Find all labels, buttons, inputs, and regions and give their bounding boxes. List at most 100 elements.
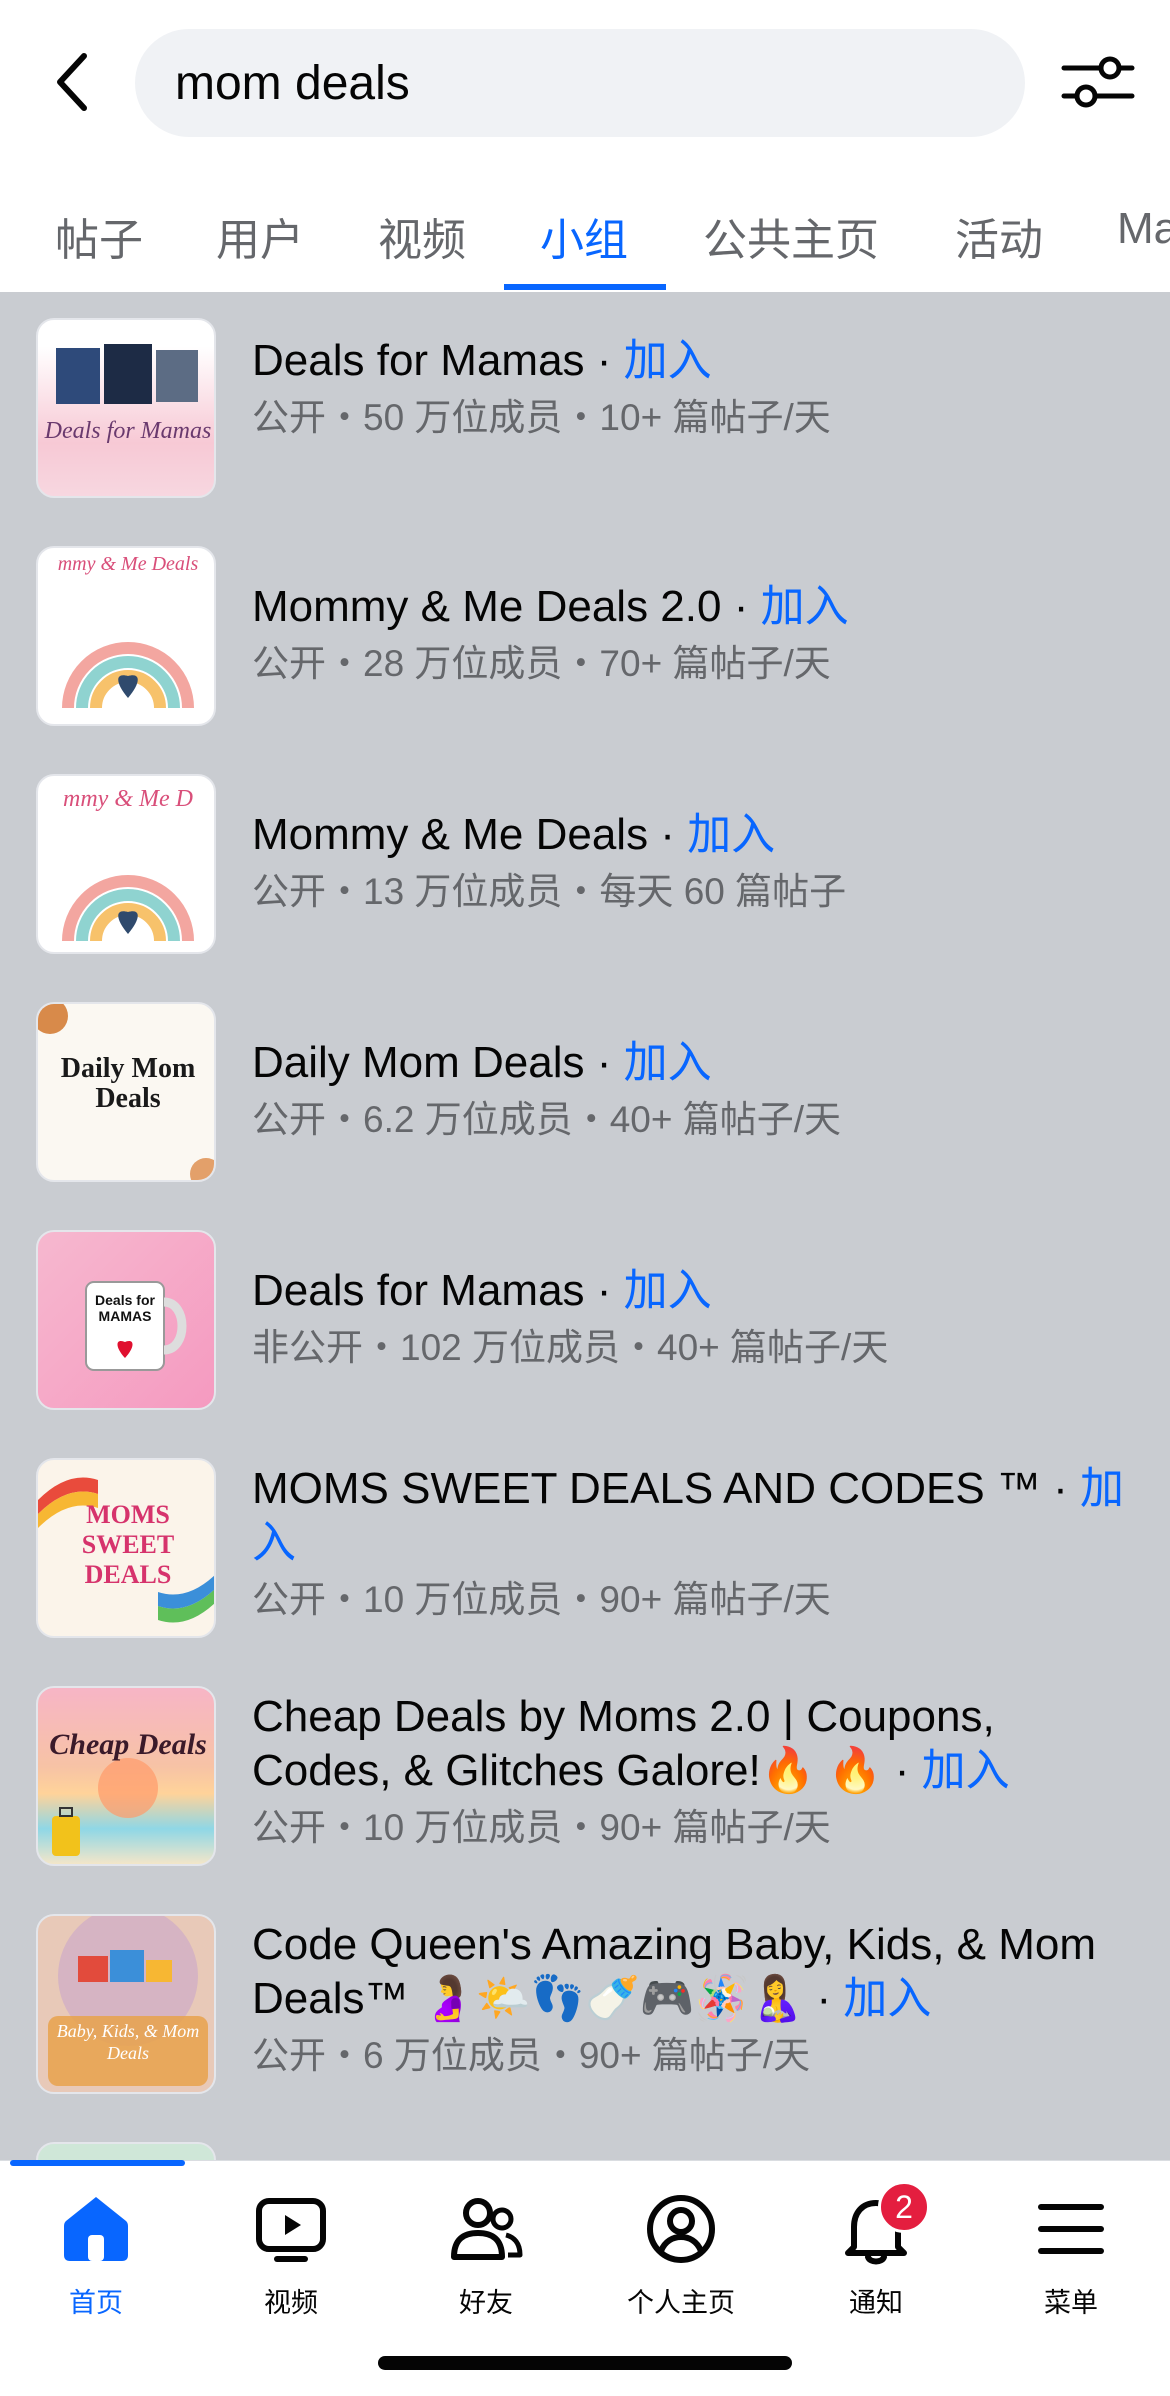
group-result-item[interactable]: mmy & Me Deals Mommy & Me Deals 2.0 · 加入… bbox=[0, 546, 1170, 746]
group-name-line: Mommy & Me Deals 2.0 · 加入 bbox=[252, 582, 849, 631]
nav-label: 好友 bbox=[459, 2288, 513, 2318]
group-info: MOMS SWEET DEALS AND CODES ™ · 加入 公开・10 … bbox=[252, 1462, 1132, 1624]
group-info: Daily Mom Deals · 加入 公开・6.2 万位成员・40+ 篇帖子… bbox=[252, 1036, 1132, 1144]
cover-text: mmy & Me Deals bbox=[58, 553, 199, 575]
cover-text: Deals for Mamas bbox=[44, 418, 212, 444]
group-info: Mommy & Me Deals 2.0 · 加入 公开・28 万位成员・70+… bbox=[252, 580, 1132, 688]
group-meta: 公开・6.2 万位成员・40+ 篇帖子/天 bbox=[252, 1099, 842, 1140]
join-button[interactable]: 加入 bbox=[624, 1038, 712, 1087]
group-meta: 公开・28 万位成员・70+ 篇帖子/天 bbox=[252, 643, 831, 684]
search-tabs: 帖子 用户 视频 小组 公共主页 活动 Ma bbox=[0, 168, 1170, 292]
nav-friends[interactable]: 好友 bbox=[406, 2191, 566, 2341]
group-results-list: Deals for Mamas Deals for Mamas · 加入 公开・… bbox=[0, 292, 1170, 2160]
tab-groups[interactable]: 小组 bbox=[540, 204, 628, 268]
nav-label: 视频 bbox=[264, 2288, 318, 2318]
tab-marketplace[interactable]: Ma bbox=[1117, 204, 1170, 254]
menu-icon bbox=[1033, 2191, 1109, 2267]
nav-label: 菜单 bbox=[1044, 2288, 1098, 2318]
tab-pages[interactable]: 公共主页 bbox=[703, 204, 879, 268]
nav-label: 个人主页 bbox=[627, 2288, 735, 2318]
group-cover-image bbox=[36, 2142, 216, 2160]
group-result-item[interactable]: mmy & Me D Mommy & Me Deals · 加入 公开・13 万… bbox=[0, 774, 1170, 974]
group-result-item[interactable]: Deals for Mamas Deals for Mamas · 加入 公开・… bbox=[0, 318, 1170, 518]
group-result-item[interactable]: MOMS SWEET DEALS MOMS SWEET DEALS AND CO… bbox=[0, 1458, 1170, 1678]
group-result-item[interactable]: Daily Mom Deals Daily Mom Deals · 加入 公开・… bbox=[0, 1002, 1170, 1202]
cover-text: Baby, Kids, & Mom Deals bbox=[56, 2021, 200, 2063]
nav-label: 通知 bbox=[849, 2288, 903, 2318]
join-button[interactable]: 加入 bbox=[922, 1746, 1010, 1795]
join-button[interactable]: 加入 bbox=[687, 810, 775, 859]
group-result-item[interactable]: Baby, Kids, & Mom Deals Code Queen's Ama… bbox=[0, 1914, 1170, 2134]
join-button[interactable]: 加入 bbox=[843, 1974, 931, 2023]
group-name[interactable]: Deals for Mamas bbox=[252, 1266, 585, 1315]
filter-sliders-icon bbox=[1061, 56, 1135, 108]
group-cover-image: Deals for Mamas bbox=[36, 318, 216, 498]
friends-icon bbox=[448, 2191, 524, 2267]
search-header: mom deals bbox=[0, 0, 1170, 168]
group-result-item-partial[interactable] bbox=[0, 2142, 1170, 2160]
group-name[interactable]: Deals for Mamas bbox=[252, 336, 585, 385]
home-icon bbox=[58, 2191, 134, 2267]
group-name-line: Code Queen's Amazing Baby, Kids, & Mom D… bbox=[252, 1920, 1096, 2023]
group-cover-image: Daily Mom Deals bbox=[36, 1002, 216, 1182]
group-meta: 公开・10 万位成员・90+ 篇帖子/天 bbox=[252, 1579, 831, 1620]
group-cover-image: Deals for MAMAS bbox=[36, 1230, 216, 1410]
group-result-item[interactable]: Deals for MAMAS Deals for Mamas · 加入 非公开… bbox=[0, 1230, 1170, 1430]
group-cover-image: mmy & Me Deals bbox=[36, 546, 216, 726]
cover-text: Daily Mom Deals bbox=[60, 1054, 196, 1114]
nav-notifications[interactable]: 2 通知 bbox=[796, 2181, 956, 2341]
profile-icon bbox=[643, 2191, 719, 2267]
back-arrow-icon bbox=[57, 53, 87, 111]
tab-posts[interactable]: 帖子 bbox=[55, 204, 143, 268]
group-name[interactable]: Mommy & Me Deals 2.0 bbox=[252, 582, 721, 631]
nav-label: 首页 bbox=[69, 2288, 123, 2318]
video-icon bbox=[253, 2191, 329, 2267]
nav-menu[interactable]: 菜单 bbox=[991, 2191, 1151, 2341]
cover-text: Deals for MAMAS bbox=[95, 1292, 155, 1324]
nav-video[interactable]: 视频 bbox=[211, 2191, 371, 2341]
join-button[interactable]: 加入 bbox=[761, 582, 849, 631]
notification-count-badge: 2 bbox=[878, 2181, 930, 2233]
group-cover-image: Cheap Deals bbox=[36, 1686, 216, 1866]
group-name[interactable]: MOMS SWEET DEALS AND CODES ™ bbox=[252, 1464, 1041, 1513]
bell-icon: 2 bbox=[838, 2181, 930, 2267]
group-result-item[interactable]: Cheap Deals Cheap Deals by Moms 2.0 | Co… bbox=[0, 1686, 1170, 1906]
group-name[interactable]: Cheap Deals by Moms 2.0 | Coupons, Codes… bbox=[252, 1692, 995, 1795]
cover-text: MOMS SWEET DEALS bbox=[81, 1500, 175, 1589]
group-name[interactable]: Daily Mom Deals bbox=[252, 1038, 585, 1087]
group-name-line: MOMS SWEET DEALS AND CODES ™ · 加入 bbox=[252, 1464, 1124, 1567]
group-cover-image: MOMS SWEET DEALS bbox=[36, 1458, 216, 1638]
tab-videos[interactable]: 视频 bbox=[378, 204, 466, 268]
group-cover-image: Baby, Kids, & Mom Deals bbox=[36, 1914, 216, 2094]
search-query: mom deals bbox=[175, 56, 410, 110]
group-info: Deals for Mamas · 加入 非公开・102 万位成员・40+ 篇帖… bbox=[252, 1264, 1132, 1372]
join-button[interactable]: 加入 bbox=[624, 1266, 712, 1315]
search-input[interactable]: mom deals bbox=[135, 29, 1025, 137]
group-info: Mommy & Me Deals · 加入 公开・13 万位成员・每天 60 篇… bbox=[252, 808, 1132, 916]
tab-events[interactable]: 活动 bbox=[955, 204, 1043, 268]
group-info: Cheap Deals by Moms 2.0 | Coupons, Codes… bbox=[252, 1690, 1132, 1852]
group-name-line: Cheap Deals by Moms 2.0 | Coupons, Codes… bbox=[252, 1692, 1010, 1795]
tab-users[interactable]: 用户 bbox=[216, 204, 304, 268]
group-name-line: Daily Mom Deals · 加入 bbox=[252, 1038, 712, 1087]
group-meta: 公开・13 万位成员・每天 60 篇帖子 bbox=[252, 871, 847, 912]
group-name-line: Deals for Mamas · 加入 bbox=[252, 1266, 712, 1315]
home-indicator-bar[interactable] bbox=[378, 2356, 792, 2370]
group-meta: 公开・10 万位成员・90+ 篇帖子/天 bbox=[252, 1807, 831, 1848]
home-active-indicator bbox=[10, 2160, 185, 2166]
group-info: Code Queen's Amazing Baby, Kids, & Mom D… bbox=[252, 1918, 1132, 2080]
join-button[interactable]: 加入 bbox=[624, 336, 712, 385]
group-cover-image: mmy & Me D bbox=[36, 774, 216, 954]
group-info: Deals for Mamas · 加入 公开・50 万位成员・10+ 篇帖子/… bbox=[252, 334, 1132, 442]
filter-button[interactable] bbox=[1060, 52, 1136, 112]
nav-profile[interactable]: 个人主页 bbox=[601, 2191, 761, 2341]
back-button[interactable] bbox=[44, 50, 100, 114]
cover-text: mmy & Me D bbox=[63, 786, 193, 812]
group-name-line: Mommy & Me Deals · 加入 bbox=[252, 810, 776, 859]
group-meta: 非公开・102 万位成员・40+ 篇帖子/天 bbox=[252, 1327, 889, 1368]
group-name[interactable]: Mommy & Me Deals bbox=[252, 810, 648, 859]
nav-home[interactable]: 首页 bbox=[16, 2191, 176, 2341]
group-name[interactable]: Code Queen's Amazing Baby, Kids, & Mom D… bbox=[252, 1920, 1096, 2023]
cover-text: Cheap Deals bbox=[49, 1728, 207, 1761]
group-meta: 公开・6 万位成员・90+ 篇帖子/天 bbox=[252, 2035, 811, 2076]
